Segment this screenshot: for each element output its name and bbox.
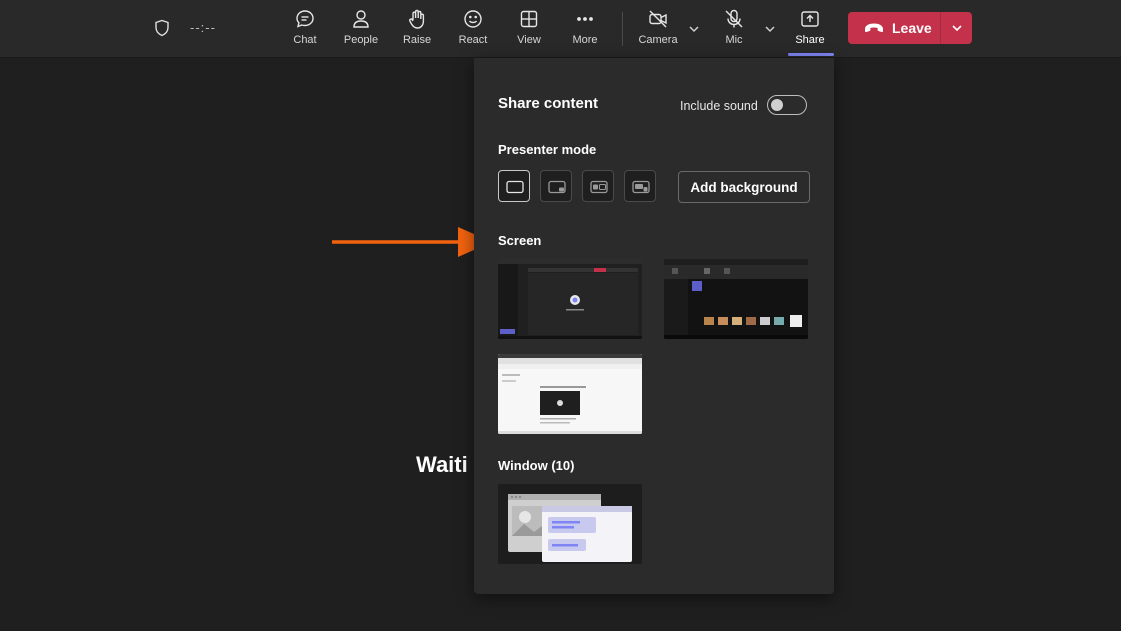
screen-preview-image [498, 354, 642, 434]
people-label: People [343, 34, 379, 46]
meeting-timer: --:-- [190, 20, 216, 35]
share-label: Share [795, 34, 825, 46]
mic-button[interactable]: Mic [709, 8, 759, 46]
camera-button[interactable]: Camera [633, 8, 683, 46]
screen-thumbnail-3[interactable] [498, 354, 642, 434]
annotation-arrow [332, 227, 492, 257]
camera-label: Camera [638, 34, 678, 46]
chevron-down-icon [765, 26, 775, 33]
leave-label: Leave [892, 20, 932, 36]
view-label: View [517, 34, 541, 46]
window-thumbnail[interactable] [498, 484, 642, 564]
screen-heading: Screen [498, 233, 542, 248]
include-sound-toggle[interactable] [767, 95, 807, 115]
share-content-panel: Share content Include sound Presenter mo… [474, 58, 834, 594]
more-button[interactable]: More [560, 8, 610, 46]
waiting-message: Waiti [416, 452, 468, 477]
meeting-toolbar: --:-- Chat People Raise React View More … [0, 0, 1121, 58]
raise-hand-button[interactable]: Raise [392, 8, 442, 46]
camera-options-chevron[interactable] [688, 22, 700, 34]
more-label: More [572, 34, 598, 46]
toolbar-divider [622, 12, 623, 46]
toggle-knob [771, 99, 783, 111]
screen-preview-image [664, 259, 808, 339]
content-only-icon [506, 180, 524, 194]
raise-label: Raise [402, 34, 432, 46]
leave-options-button[interactable] [941, 22, 972, 34]
side-by-side-icon [590, 180, 608, 194]
people-button[interactable]: People [336, 8, 386, 46]
leave-button[interactable]: Leave [848, 12, 940, 44]
share-button[interactable]: Share [785, 8, 835, 46]
react-label: React [458, 34, 488, 46]
share-tray-icon [801, 11, 819, 27]
camera-off-icon [649, 10, 667, 28]
people-icon [353, 10, 369, 28]
reporter-icon [632, 180, 650, 194]
screen-thumbnail-2[interactable] [664, 259, 808, 339]
reporter-mode-button[interactable] [624, 170, 656, 202]
window-heading: Window (10) [498, 458, 575, 473]
panel-title: Share content [498, 95, 599, 112]
screen-thumbnail-1[interactable] [498, 259, 642, 339]
presenter-mode-heading: Presenter mode [498, 142, 597, 157]
chevron-down-icon [689, 26, 699, 33]
react-button[interactable]: React [448, 8, 498, 46]
standout-icon [548, 180, 566, 194]
include-sound-label: Include sound [680, 99, 758, 113]
mic-options-chevron[interactable] [764, 22, 776, 34]
shield-icon [153, 19, 171, 42]
chat-icon [296, 10, 314, 28]
view-grid-icon [520, 10, 538, 28]
phone-hangup-icon [865, 23, 883, 33]
chat-label: Chat [293, 34, 317, 46]
standout-mode-button[interactable] [540, 170, 572, 202]
hand-icon [409, 9, 425, 29]
share-active-indicator [788, 53, 834, 56]
screen-preview-image [498, 259, 642, 339]
add-background-button[interactable]: Add background [678, 171, 810, 203]
chevron-down-icon [951, 25, 962, 32]
side-by-side-mode-button[interactable] [582, 170, 614, 202]
mic-off-icon [725, 9, 743, 28]
smiley-icon [464, 10, 482, 28]
leave-button-group: Leave [848, 12, 972, 44]
mic-label: Mic [725, 34, 743, 46]
content-only-mode-button[interactable] [498, 170, 530, 202]
view-button[interactable]: View [504, 8, 554, 46]
more-icon [577, 17, 593, 21]
chat-button[interactable]: Chat [280, 8, 330, 46]
window-illustration-icon [508, 494, 632, 562]
